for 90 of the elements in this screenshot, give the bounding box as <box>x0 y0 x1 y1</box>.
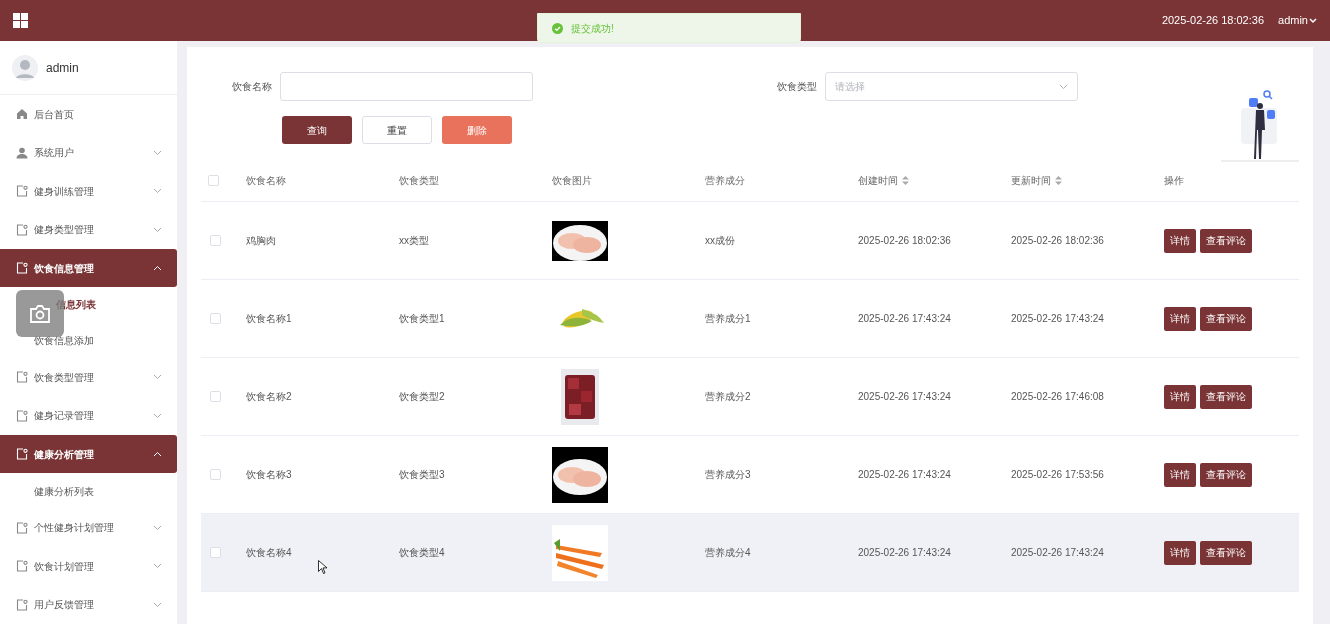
home-icon <box>16 108 28 121</box>
table-cell: 2025-02-26 17:43:24 <box>858 391 951 402</box>
column-header[interactable]: 更新时间 <box>1011 173 1062 188</box>
table-cell: 饮食类型3 <box>399 469 445 480</box>
mouse-cursor-icon <box>318 560 327 574</box>
menu-item[interactable]: 饮食信息管理 <box>0 248 177 288</box>
search-button[interactable]: 查询 <box>282 116 352 144</box>
table-cell: 饮食名称4 <box>246 547 292 558</box>
menu-item[interactable]: 健身训练管理 <box>0 172 177 211</box>
reset-button[interactable]: 重置 <box>362 116 432 144</box>
row-checkbox[interactable] <box>210 391 221 402</box>
menu-item[interactable]: 健康分析管理 <box>0 434 177 474</box>
column-header[interactable]: 创建时间 <box>858 173 909 188</box>
chevron-icon <box>1059 83 1068 90</box>
user-name: admin <box>46 59 79 77</box>
document-icon <box>16 522 28 534</box>
document-icon <box>16 598 28 611</box>
row-checkbox[interactable] <box>210 235 221 246</box>
comments-button[interactable]: 查看评论 <box>1200 384 1252 409</box>
avatar <box>12 54 38 81</box>
details-button[interactable]: 详情 <box>1164 462 1196 487</box>
table-cell: 饮食类型1 <box>399 313 445 324</box>
table-cell: 2025-02-26 17:43:24 <box>858 469 951 480</box>
table-cell: 饮食名称3 <box>246 469 292 480</box>
table-cell: 营养成分1 <box>705 313 751 324</box>
comments-button[interactable]: 查看评论 <box>1200 462 1252 487</box>
menu-item[interactable]: 健身记录管理 <box>0 396 177 435</box>
table-cell: 营养成分2 <box>705 391 751 402</box>
details-button[interactable]: 详情 <box>1164 306 1196 331</box>
date-time: 2025-02-26 18:02:36 <box>1161 13 1265 29</box>
column-header: 营养成分 <box>705 174 745 188</box>
comments-button[interactable]: 查看评论 <box>1200 228 1252 253</box>
document-icon <box>16 223 28 236</box>
menu-item[interactable]: 饮食计划管理 <box>0 547 177 586</box>
column-header: 饮食类型 <box>399 174 439 188</box>
submenu-item[interactable]: 饮食信息添加 <box>0 322 177 359</box>
caret-icon <box>1309 17 1317 24</box>
row-checkbox[interactable] <box>210 313 221 324</box>
table-cell: 鸡胸肉 <box>246 235 276 246</box>
row-checkbox[interactable] <box>210 469 221 480</box>
table-cell: xx类型 <box>399 235 429 246</box>
table-cell: 营养成分3 <box>705 469 751 480</box>
details-button[interactable]: 详情 <box>1164 228 1196 253</box>
field-label: 饮食类型 <box>777 80 818 94</box>
document-icon <box>16 409 28 422</box>
select-all-checkbox[interactable] <box>208 175 219 186</box>
document-icon <box>16 371 28 384</box>
menu-item[interactable]: 用户反馈管理 <box>0 585 177 624</box>
table-cell: 饮食名称1 <box>246 313 292 324</box>
table-cell: 2025-02-26 17:46:08 <box>1011 391 1104 402</box>
table-cell: xx成份 <box>705 235 735 246</box>
sort-icon[interactable] <box>1055 176 1062 185</box>
sort-icon[interactable] <box>902 176 909 185</box>
field-label: 饮食名称 <box>231 80 273 94</box>
table-cell: 2025-02-26 17:43:24 <box>858 547 951 558</box>
table-cell: 营养成分4 <box>705 547 751 558</box>
submenu-item[interactable]: 健康分析列表 <box>0 473 177 509</box>
document-icon <box>16 560 28 573</box>
details-button[interactable]: 详情 <box>1164 540 1196 565</box>
name-input[interactable] <box>280 72 533 101</box>
table-cell: 2025-02-26 17:53:56 <box>1011 469 1104 480</box>
menu-item[interactable]: 个性健身计划管理 <box>0 508 177 548</box>
table-cell: 2025-02-26 17:43:24 <box>1011 313 1104 324</box>
comments-button[interactable]: 查看评论 <box>1200 540 1252 565</box>
table-cell: 饮食名称2 <box>246 391 292 402</box>
check-circle-icon <box>552 22 563 34</box>
table-cell: 2025-02-26 17:43:24 <box>858 313 951 324</box>
toast-message: 提交成功! <box>571 21 614 36</box>
comments-button[interactable]: 查看评论 <box>1200 306 1252 331</box>
document-icon <box>16 262 28 274</box>
table-cell: 2025-02-26 18:02:36 <box>1011 235 1104 246</box>
row-checkbox[interactable] <box>210 547 221 558</box>
table-cell: 饮食类型4 <box>399 547 445 558</box>
table-cell: 2025-02-26 17:43:24 <box>1011 547 1104 558</box>
camera-icon <box>29 303 51 324</box>
menu-item[interactable]: 健身类型管理 <box>0 210 177 249</box>
user-menu[interactable]: admin <box>1278 12 1317 29</box>
menu-item[interactable]: 后台首页 <box>0 95 177 134</box>
table-cell: 2025-02-26 18:02:36 <box>858 235 951 246</box>
menu-item[interactable]: 饮食类型管理 <box>0 358 177 397</box>
column-header: 操作 <box>1164 174 1184 188</box>
user-icon <box>16 146 28 159</box>
column-header: 饮食图片 <box>552 174 592 188</box>
grid-icon[interactable] <box>13 13 28 28</box>
menu-item[interactable]: 系统用户 <box>0 133 177 172</box>
details-button[interactable]: 详情 <box>1164 384 1196 409</box>
table-cell: 饮食类型2 <box>399 391 445 402</box>
column-header: 饮食名称 <box>246 174 286 188</box>
document-icon <box>16 185 28 198</box>
document-icon <box>16 448 28 461</box>
